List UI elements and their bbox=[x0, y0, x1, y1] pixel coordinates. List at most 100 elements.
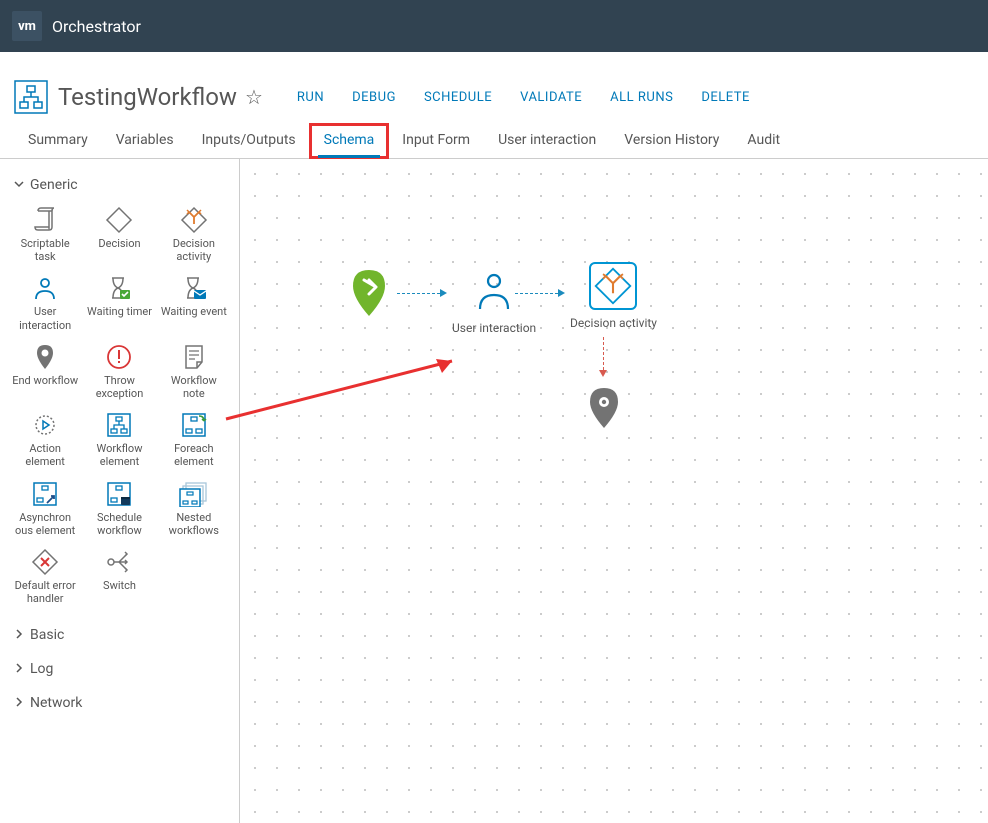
app-logo: vm bbox=[12, 11, 42, 41]
tab-version-history[interactable]: Version History bbox=[610, 124, 733, 158]
connector-decision-end[interactable] bbox=[599, 337, 607, 377]
palette-item-label: Waiting timer bbox=[84, 305, 154, 331]
palette-schedule-workflow[interactable]: Schedule workflow bbox=[84, 479, 154, 537]
node-start[interactable] bbox=[345, 269, 393, 317]
flow-nested-icon bbox=[159, 479, 229, 509]
node-label: Decision activity bbox=[570, 316, 657, 330]
palette-waiting-timer[interactable]: Waiting timer bbox=[84, 273, 154, 331]
chevron-down-icon bbox=[14, 177, 24, 193]
palette-item-label: Switch bbox=[84, 579, 154, 605]
exclamation-icon bbox=[84, 342, 154, 372]
palette-nested-workflows[interactable]: Nested workflows bbox=[159, 479, 229, 537]
node-label: User interaction bbox=[452, 321, 536, 335]
node-user-interaction[interactable]: User interaction bbox=[452, 267, 536, 335]
tab-audit[interactable]: Audit bbox=[733, 124, 794, 158]
palette-item-label: Action element bbox=[10, 442, 80, 468]
palette-item-label: Decision activity bbox=[159, 237, 229, 263]
palette-item-label: Foreach element bbox=[159, 442, 229, 468]
workflow-title-row: TestingWorkflow ☆ RUN DEBUG SCHEDULE VAL… bbox=[0, 52, 988, 118]
palette-item-label: Waiting event bbox=[159, 305, 229, 331]
diamond-branch-icon bbox=[159, 205, 229, 235]
palette-item-label: Workflow note bbox=[159, 374, 229, 400]
tab-summary[interactable]: Summary bbox=[14, 124, 102, 158]
palette-end-workflow[interactable]: End workflow bbox=[10, 342, 80, 400]
diamond-icon bbox=[84, 205, 154, 235]
palette-default-error-handler[interactable]: Default error handler bbox=[10, 547, 80, 605]
category-basic-header[interactable]: Basic bbox=[10, 621, 229, 649]
palette-generic: Scriptable task Decision Decision activi… bbox=[10, 199, 229, 615]
category-basic: Basic bbox=[10, 621, 229, 649]
category-network-header[interactable]: Network bbox=[10, 689, 229, 717]
palette-item-label: Workflow element bbox=[84, 442, 154, 468]
tab-inputs-outputs[interactable]: Inputs/Outputs bbox=[188, 124, 310, 158]
category-generic: Generic Scriptable task Decision Decisio… bbox=[10, 171, 229, 615]
switch-icon bbox=[84, 547, 154, 577]
palette-item-label: Asynchron ous element bbox=[10, 511, 80, 537]
category-basic-label: Basic bbox=[30, 627, 64, 643]
palette-item-label: Schedule workflow bbox=[84, 511, 154, 537]
node-decision-activity[interactable]: Decision activity bbox=[570, 262, 657, 330]
palette-throw-exception[interactable]: Throw exception bbox=[84, 342, 154, 400]
annotation-arrow bbox=[220, 349, 480, 429]
palette-user-interaction[interactable]: User interaction bbox=[10, 273, 80, 331]
palette-item-label: Decision bbox=[84, 237, 154, 263]
flow-calendar-icon bbox=[84, 479, 154, 509]
diamond-branch-icon bbox=[589, 262, 637, 310]
tab-input-form[interactable]: Input Form bbox=[388, 124, 484, 158]
palette-switch[interactable]: Switch bbox=[84, 547, 154, 605]
flow-cycle-icon bbox=[159, 410, 229, 440]
favorite-star-icon[interactable]: ☆ bbox=[245, 85, 263, 109]
category-generic-label: Generic bbox=[30, 177, 78, 193]
palette-item-label: User interaction bbox=[10, 305, 80, 331]
connector-start-user[interactable] bbox=[397, 289, 447, 297]
palette-scriptable-task[interactable]: Scriptable task bbox=[10, 205, 80, 263]
delete-action[interactable]: DELETE bbox=[701, 90, 750, 105]
palette-workflow-note[interactable]: Workflow note bbox=[159, 342, 229, 400]
schedule-action[interactable]: SCHEDULE bbox=[424, 90, 492, 105]
debug-action[interactable]: DEBUG bbox=[352, 90, 396, 105]
chevron-right-icon bbox=[14, 627, 24, 643]
palette-item-label: Nested workflows bbox=[159, 511, 229, 537]
category-generic-header[interactable]: Generic bbox=[10, 171, 229, 199]
tab-user-interaction[interactable]: User interaction bbox=[484, 124, 610, 158]
editor-main: Generic Scriptable task Decision Decisio… bbox=[0, 159, 988, 823]
workflow-name: TestingWorkflow bbox=[58, 83, 237, 111]
category-log-label: Log bbox=[30, 661, 53, 677]
palette-asynchronous-element[interactable]: Asynchron ous element bbox=[10, 479, 80, 537]
schema-canvas[interactable]: User interaction Decision activity bbox=[240, 159, 988, 823]
tab-schema[interactable]: Schema bbox=[310, 124, 389, 158]
palette-item-label: Throw exception bbox=[84, 374, 154, 400]
diamond-x-icon bbox=[10, 547, 80, 577]
palette-waiting-event[interactable]: Waiting event bbox=[159, 273, 229, 331]
category-log: Log bbox=[10, 655, 229, 683]
category-network-label: Network bbox=[30, 695, 82, 711]
palette-item-label: End workflow bbox=[10, 374, 80, 400]
workflow-icon bbox=[14, 80, 48, 114]
all-runs-action[interactable]: ALL RUNS bbox=[610, 90, 673, 105]
chevron-right-icon bbox=[14, 695, 24, 711]
palette-decision[interactable]: Decision bbox=[84, 205, 154, 263]
palette-item-label: Scriptable task bbox=[10, 237, 80, 263]
palette-workflow-element[interactable]: Workflow element bbox=[84, 410, 154, 468]
end-pin-icon bbox=[580, 384, 628, 432]
palette-sidebar: Generic Scriptable task Decision Decisio… bbox=[0, 159, 240, 823]
person-icon bbox=[10, 273, 80, 303]
category-log-header[interactable]: Log bbox=[10, 655, 229, 683]
node-end[interactable] bbox=[580, 384, 628, 432]
hourglass-check-icon bbox=[84, 273, 154, 303]
scroll-icon bbox=[10, 205, 80, 235]
flow-arrow-icon bbox=[10, 479, 80, 509]
palette-decision-activity[interactable]: Decision activity bbox=[159, 205, 229, 263]
palette-foreach-element[interactable]: Foreach element bbox=[159, 410, 229, 468]
flow-icon bbox=[84, 410, 154, 440]
person-icon bbox=[470, 267, 518, 315]
connector-user-decision[interactable] bbox=[515, 289, 565, 297]
palette-action-element[interactable]: Action element bbox=[10, 410, 80, 468]
validate-action[interactable]: VALIDATE bbox=[520, 90, 582, 105]
pin-icon bbox=[10, 342, 80, 372]
palette-item-label: Default error handler bbox=[10, 579, 80, 605]
run-action[interactable]: RUN bbox=[297, 90, 324, 105]
gear-play-icon bbox=[10, 410, 80, 440]
start-pin-icon bbox=[345, 269, 393, 317]
tab-variables[interactable]: Variables bbox=[102, 124, 188, 158]
